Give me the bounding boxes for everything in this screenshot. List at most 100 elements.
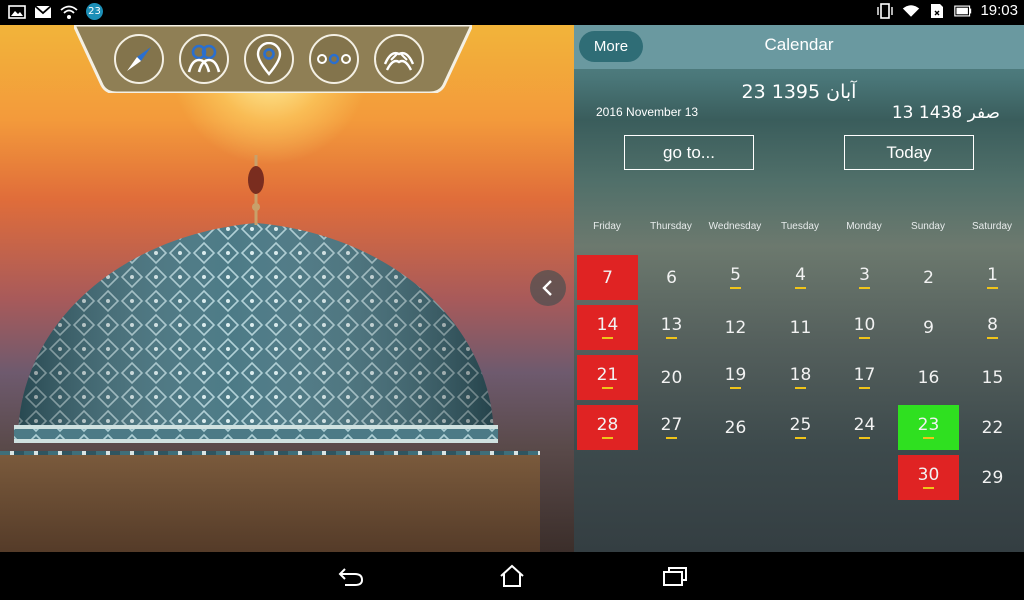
day-cell[interactable]: 12 [705, 305, 766, 350]
day-number: 30 [917, 465, 940, 485]
day-cell[interactable]: 17 [834, 355, 895, 400]
day-grid: 7 6 5 4 3 2 1 14 13 12 11 10 9 8 21 20 19 18 17 16 15 28 27 26 2… [574, 25, 1024, 552]
location-pin-icon [256, 42, 282, 76]
status-bar-right: 19:03 [876, 2, 1018, 19]
status-bar: 23 19:03 [0, 0, 1024, 25]
day-cell[interactable]: 26 [705, 405, 766, 450]
day-number: 2 [923, 267, 934, 288]
day-number: 29 [981, 467, 1004, 488]
day-cell[interactable]: 11 [770, 305, 831, 350]
day-number: 26 [724, 417, 747, 438]
event-marker [602, 337, 613, 339]
day-number: 25 [789, 415, 812, 435]
event-marker [859, 337, 870, 339]
home-icon [500, 564, 524, 587]
day-cell[interactable]: 15 [962, 355, 1023, 400]
recent-apps-icon [663, 567, 687, 586]
day-number: 21 [596, 365, 619, 385]
day-cell[interactable]: 4 [770, 255, 831, 300]
day-number: 12 [724, 317, 747, 338]
recent-apps-button[interactable] [660, 561, 690, 591]
day-number: 19 [724, 365, 747, 385]
day-number: 1 [987, 265, 998, 285]
more-options-button[interactable] [309, 34, 359, 84]
day-cell-holiday[interactable]: 7 [577, 255, 638, 300]
day-number: 13 [660, 315, 683, 335]
day-number: 6 [666, 267, 677, 288]
day-cell[interactable]: 22 [962, 405, 1023, 450]
day-number: 14 [596, 315, 619, 335]
event-marker [987, 337, 998, 339]
compass-icon [127, 47, 151, 71]
event-marker [602, 437, 613, 439]
day-number: 28 [596, 415, 619, 435]
wifi-question-icon [60, 4, 78, 20]
day-cell-holiday[interactable]: 14 [577, 305, 638, 350]
day-cell[interactable]: 2 [898, 255, 959, 300]
day-number: 10 [853, 315, 876, 335]
home-button[interactable] [497, 561, 527, 591]
day-cell-today[interactable]: 23 [898, 405, 959, 450]
day-cell[interactable]: 8 [962, 305, 1023, 350]
day-number: 5 [730, 265, 741, 285]
mail-icon [34, 4, 52, 20]
day-number: 18 [789, 365, 812, 385]
people-icon [187, 44, 221, 73]
battery-icon [954, 3, 972, 19]
day-number: 4 [795, 265, 806, 285]
day-cell[interactable]: 19 [705, 355, 766, 400]
qibla-compass-button[interactable] [114, 34, 164, 84]
day-cell[interactable]: 27 [641, 405, 702, 450]
contacts-button[interactable] [179, 34, 229, 84]
event-marker [666, 337, 677, 339]
event-marker [666, 437, 677, 439]
day-cell[interactable]: 9 [898, 305, 959, 350]
dome-drum [0, 455, 540, 552]
more-dots-icon [317, 53, 351, 65]
day-number: 27 [660, 415, 683, 435]
mosque-dome-photo [0, 25, 574, 552]
status-bar-left: 23 [8, 3, 103, 20]
chevron-left-icon [542, 280, 552, 296]
event-marker [795, 387, 806, 389]
day-number: 15 [981, 367, 1004, 388]
day-cell[interactable]: 18 [770, 355, 831, 400]
event-marker [730, 287, 741, 289]
previous-month-button[interactable] [530, 270, 566, 306]
day-cell[interactable]: 3 [834, 255, 895, 300]
event-marker [859, 387, 870, 389]
day-cell[interactable]: 10 [834, 305, 895, 350]
day-number: 3 [859, 265, 870, 285]
day-cell[interactable]: 6 [641, 255, 702, 300]
day-cell[interactable]: 24 [834, 405, 895, 450]
praying-hands-icon [383, 51, 415, 71]
day-cell[interactable]: 25 [770, 405, 831, 450]
day-cell[interactable]: 29 [962, 455, 1023, 500]
day-cell[interactable]: 20 [641, 355, 702, 400]
day-number: 24 [853, 415, 876, 435]
day-number: 20 [660, 367, 683, 388]
day-cell[interactable]: 13 [641, 305, 702, 350]
event-marker [923, 487, 934, 489]
event-marker [795, 287, 806, 289]
back-button[interactable] [336, 561, 366, 591]
vibrate-icon [876, 2, 894, 19]
status-clock: 19:03 [980, 2, 1018, 19]
day-cell-holiday[interactable]: 21 [577, 355, 638, 400]
prayer-button[interactable] [374, 34, 424, 84]
day-cell-holiday[interactable]: 30 [898, 455, 959, 500]
day-number: 9 [923, 317, 934, 338]
gallery-icon [8, 4, 26, 20]
sim-card-icon [928, 3, 946, 19]
navigation-bar [0, 552, 1024, 600]
event-marker [795, 437, 806, 439]
day-cell-holiday[interactable]: 28 [577, 405, 638, 450]
event-marker [923, 437, 934, 439]
calendar-panel: More Calendar 23 آبان 1395 2016 November… [574, 25, 1024, 552]
day-cell[interactable]: 1 [962, 255, 1023, 300]
day-cell[interactable]: 5 [705, 255, 766, 300]
day-cell[interactable]: 16 [898, 355, 959, 400]
event-marker [987, 287, 998, 289]
day-number: 8 [987, 315, 998, 335]
location-button[interactable] [244, 34, 294, 84]
